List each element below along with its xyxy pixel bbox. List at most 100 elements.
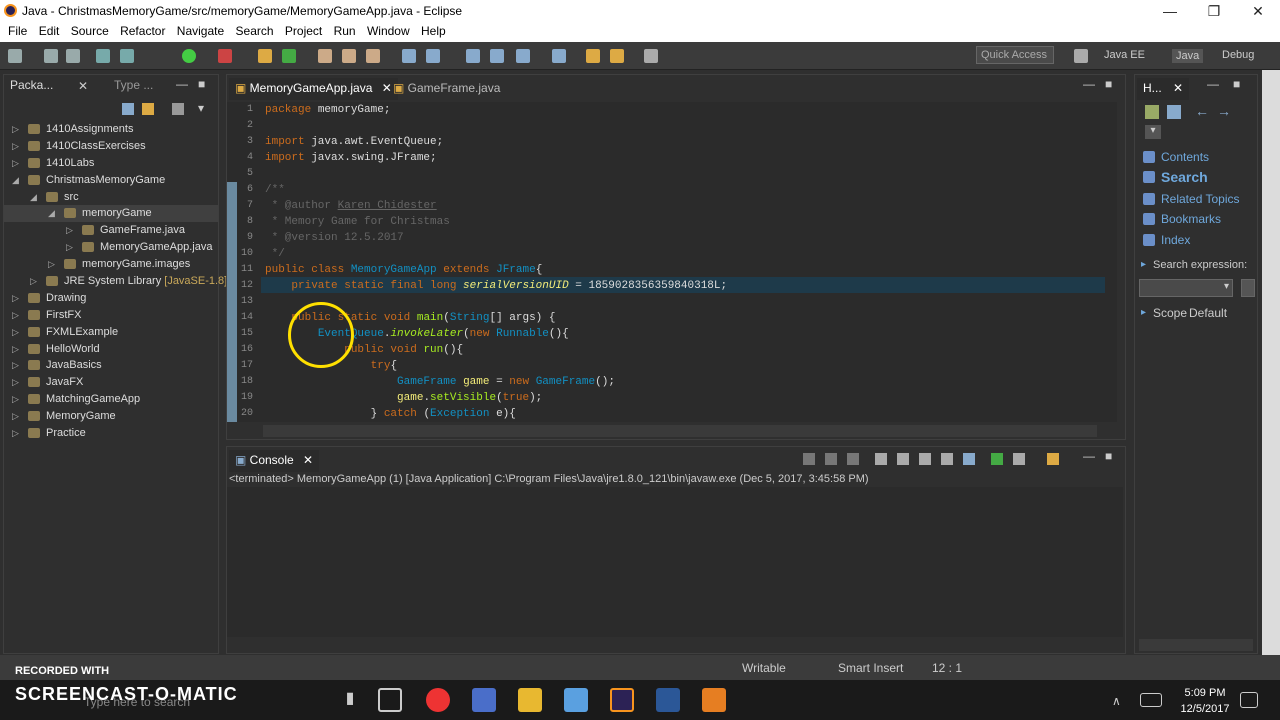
help-link-related-topics[interactable]: Related Topics [1161,192,1240,206]
tree-item[interactable]: ▷ 1410Labs [4,155,218,172]
tab-help[interactable]: H... ✕ [1137,78,1190,100]
maximize-view-icon[interactable]: ■ [1105,449,1112,463]
minimize-view-icon[interactable]: — [176,77,188,91]
run-icon[interactable] [182,49,196,63]
block-select-icon[interactable] [466,49,480,63]
perspective-debug[interactable]: Debug [1222,49,1254,61]
microphone-icon[interactable]: ▮ [338,688,362,712]
perspective-java-ee[interactable]: Java EE [1104,49,1145,61]
open-console-icon[interactable] [1047,453,1059,465]
menu-window[interactable]: Window [359,22,410,38]
tree-item[interactable]: ▷ JavaBasics [4,357,218,374]
minimize-view-icon[interactable]: — [1083,77,1095,91]
remove-launch-icon[interactable] [825,453,837,465]
maximize-view-icon[interactable]: ■ [1105,77,1112,91]
show-stderr-icon[interactable] [963,453,975,465]
tree-item[interactable]: ▷ JavaFX [4,374,218,391]
link-editor-icon[interactable] [142,103,154,115]
remove-all-icon[interactable] [847,453,859,465]
chevron-right-icon[interactable]: ▷ [12,290,22,307]
task-view-icon[interactable] [378,688,402,712]
tree-item[interactable]: ▷ FXMLExample [4,324,218,341]
editor-vertical-scrollbar[interactable] [1105,102,1117,422]
last-edit-icon[interactable] [586,49,600,63]
tab-type-hierarchy[interactable]: Type ... [114,78,153,98]
open-task-icon[interactable] [342,49,356,63]
menu-source[interactable]: Source [63,22,109,38]
whitespace-icon[interactable] [490,49,504,63]
tree-item[interactable]: ▷ Practice [4,425,218,442]
next-annotation-icon[interactable] [516,49,530,63]
new-class-icon[interactable] [282,49,296,63]
tree-item[interactable]: ▷ MemoryGameApp.java [4,239,218,256]
help-link-contents[interactable]: Contents [1161,150,1209,164]
chevron-down-icon[interactable]: ◢ [30,189,40,206]
tab-console[interactable]: ▣ Console ✕ [229,450,320,472]
chevron-down-icon[interactable]: ▾ [1224,281,1229,292]
word-icon[interactable] [656,688,680,712]
eclipse-taskbar-icon[interactable] [610,688,634,712]
chevron-right-icon[interactable]: ▷ [12,324,22,341]
menu-edit[interactable]: Edit [31,22,60,38]
chevron-right-icon[interactable]: ▷ [12,357,22,374]
show-in-toc-icon[interactable] [1145,105,1159,119]
tree-item[interactable]: ▷ 1410Assignments [4,121,218,138]
chevron-right-icon[interactable]: ▷ [30,273,40,290]
clear-console-icon[interactable] [875,453,887,465]
menu-run[interactable]: Run [326,22,356,38]
chevron-down-icon[interactable]: ▾ [198,101,204,115]
chevron-right-icon[interactable]: ▷ [12,341,22,358]
chevron-right-icon[interactable]: ▸ [1141,307,1146,318]
minimize-icon[interactable]: — [1148,0,1192,22]
tab-memorygameapp[interactable]: ▣ MemoryGameApp.java ✕ [229,78,398,100]
word-wrap-icon[interactable] [919,453,931,465]
annotation-icon[interactable] [402,49,416,63]
tree-item[interactable]: ▷ JRE System Library [JavaSE-1.8] [4,273,227,290]
tree-item[interactable]: ◢ memoryGame [4,205,218,223]
chevron-right-icon[interactable]: ▷ [12,155,22,172]
skip-breakpoints-icon[interactable] [96,49,110,63]
menu-refactor[interactable]: Refactor [112,22,165,38]
editor-horizontal-scrollbar[interactable] [263,425,1097,437]
back-icon[interactable]: ← [1195,103,1209,119]
close-icon[interactable]: ✕ [303,453,313,467]
help-link-search[interactable]: Search [1161,169,1208,185]
virtualbox-icon[interactable] [564,688,588,712]
close-icon[interactable]: ✕ [78,79,88,93]
minimize-view-icon[interactable]: — [1207,77,1219,91]
chevron-right-icon[interactable]: ▷ [12,408,22,425]
chevron-down-icon[interactable]: ◢ [12,172,22,189]
notifications-icon[interactable] [1240,692,1258,708]
back-icon[interactable] [610,49,624,63]
menu-navigate[interactable]: Navigate [169,22,224,38]
chevron-right-icon[interactable]: ▷ [12,374,22,391]
display-console-icon[interactable] [1013,453,1025,465]
search-toolbar-icon[interactable] [366,49,380,63]
new-icon[interactable] [8,49,22,63]
menu-project[interactable]: Project [277,22,322,38]
menu-search[interactable]: Search [228,22,274,38]
tree-item[interactable]: ▷ MemoryGame [4,408,218,425]
chevron-right-icon[interactable]: ▷ [12,425,22,442]
help-link-index[interactable]: Index [1161,233,1190,247]
chevron-down-icon[interactable]: ▾ [1145,125,1161,139]
screencast-icon[interactable] [702,688,726,712]
tree-item[interactable]: ◢ ChristmasMemoryGame [4,172,218,189]
external-tools-icon[interactable] [218,49,232,63]
chevron-down-icon[interactable]: ◢ [48,205,58,222]
forward-icon[interactable] [644,49,658,63]
quick-access-input[interactable]: Quick Access [976,46,1054,64]
terminate-icon[interactable] [803,453,815,465]
open-perspective-icon[interactable] [1074,49,1088,63]
chevron-right-icon[interactable]: ▷ [66,239,76,256]
tree-item[interactable]: ▷ Drawing [4,290,218,307]
close-icon[interactable]: ✕ [1236,0,1280,22]
show-stdout-icon[interactable] [941,453,953,465]
taskbar-clock[interactable]: 5:09 PM 12/5/2017 [1178,685,1232,717]
tree-item[interactable]: ▷ HelloWorld [4,341,218,358]
open-type-icon[interactable] [318,49,332,63]
highlight-search-icon[interactable] [1167,105,1181,119]
maximize-view-icon[interactable]: ■ [198,77,205,91]
search-expression-input[interactable]: ▾ [1139,279,1233,297]
chevron-right-icon[interactable]: ▷ [12,138,22,155]
